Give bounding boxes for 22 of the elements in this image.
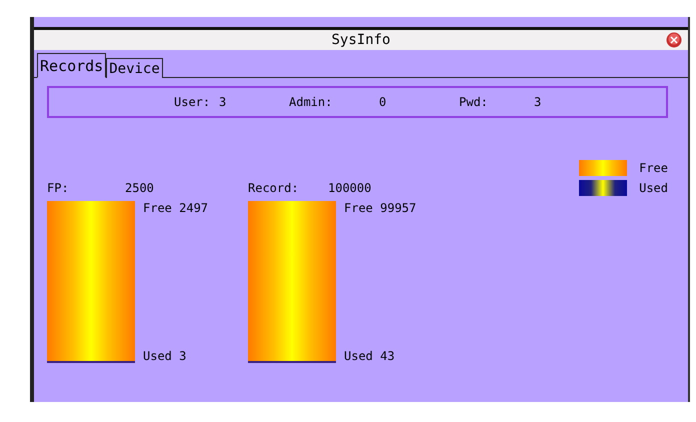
count-label: User: [174,95,210,109]
gauge-label: FP: [47,181,70,195]
gauge-total: 2500 [125,181,154,195]
legend-label: Used [639,181,668,195]
legend-label: Free [639,161,668,175]
window-title: SysInfo [331,32,390,48]
gauge-label: Record: [248,181,300,195]
count-value: 3 [219,95,226,109]
used-count: Used 43 [344,349,396,363]
count-value: 0 [379,95,386,109]
count-value: 3 [534,95,542,109]
gauge-total: 100000 [328,181,372,195]
tab[interactable]: Device [106,58,163,78]
count-label: Pwd: [459,95,488,109]
count-label: Admin: [289,95,332,109]
free-count: Free 2497 [143,201,208,215]
free-count: Free 99957 [344,201,416,215]
close-icon[interactable] [666,32,682,48]
legend-swatch [579,160,628,176]
used-count: Used 3 [143,349,188,363]
legend-swatch [579,180,628,196]
tab[interactable]: Records [37,53,106,78]
